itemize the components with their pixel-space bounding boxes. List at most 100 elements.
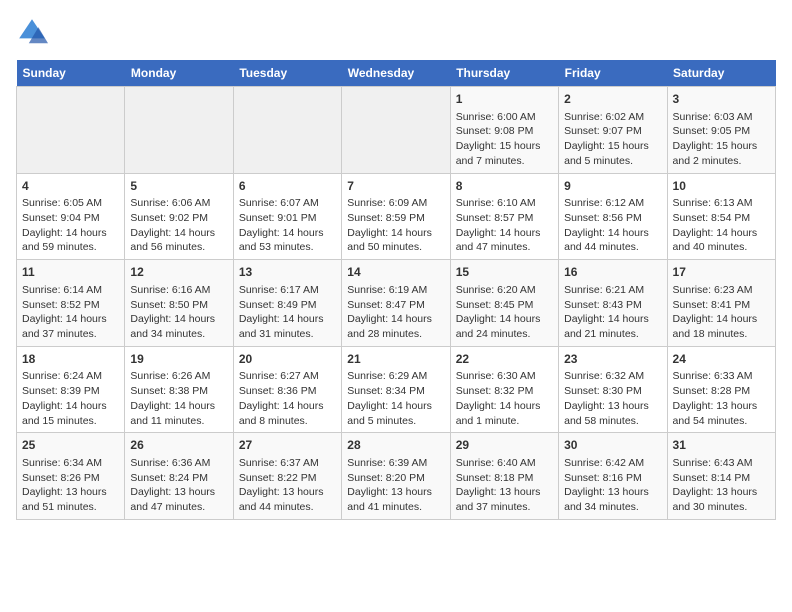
day-info: Sunrise: 6:05 AM (22, 196, 119, 211)
day-info: and 41 minutes. (347, 500, 444, 515)
day-number: 18 (22, 351, 119, 368)
day-info: Daylight: 14 hours (564, 226, 661, 241)
day-info: Sunset: 8:36 PM (239, 384, 336, 399)
day-number: 9 (564, 178, 661, 195)
day-number: 22 (456, 351, 553, 368)
header-sunday: Sunday (17, 60, 125, 87)
day-info: Daylight: 15 hours (456, 139, 553, 154)
calendar-cell: 17Sunrise: 6:23 AMSunset: 8:41 PMDayligh… (667, 260, 775, 347)
day-info: Daylight: 14 hours (347, 399, 444, 414)
day-info: Sunrise: 6:00 AM (456, 110, 553, 125)
calendar-week-3: 11Sunrise: 6:14 AMSunset: 8:52 PMDayligh… (17, 260, 776, 347)
day-info: Daylight: 15 hours (673, 139, 770, 154)
day-info: Sunset: 8:41 PM (673, 298, 770, 313)
day-info: Sunset: 8:49 PM (239, 298, 336, 313)
calendar-cell: 7Sunrise: 6:09 AMSunset: 8:59 PMDaylight… (342, 173, 450, 260)
logo (16, 16, 54, 48)
day-number: 25 (22, 437, 119, 454)
calendar-cell: 16Sunrise: 6:21 AMSunset: 8:43 PMDayligh… (559, 260, 667, 347)
calendar-week-4: 18Sunrise: 6:24 AMSunset: 8:39 PMDayligh… (17, 346, 776, 433)
day-number: 17 (673, 264, 770, 281)
day-number: 11 (22, 264, 119, 281)
day-info: Daylight: 14 hours (673, 312, 770, 327)
day-info: and 40 minutes. (673, 240, 770, 255)
day-info: and 21 minutes. (564, 327, 661, 342)
day-number: 28 (347, 437, 444, 454)
header-thursday: Thursday (450, 60, 558, 87)
day-info: Sunrise: 6:27 AM (239, 369, 336, 384)
day-info: and 59 minutes. (22, 240, 119, 255)
day-number: 5 (130, 178, 227, 195)
day-info: Sunset: 8:50 PM (130, 298, 227, 313)
day-info: and 2 minutes. (673, 154, 770, 169)
day-info: and 28 minutes. (347, 327, 444, 342)
day-info: Sunrise: 6:30 AM (456, 369, 553, 384)
day-number: 3 (673, 91, 770, 108)
calendar-cell: 12Sunrise: 6:16 AMSunset: 8:50 PMDayligh… (125, 260, 233, 347)
day-info: and 47 minutes. (456, 240, 553, 255)
calendar-cell: 2Sunrise: 6:02 AMSunset: 9:07 PMDaylight… (559, 87, 667, 174)
day-info: Daylight: 14 hours (347, 226, 444, 241)
day-info: Daylight: 14 hours (130, 226, 227, 241)
header-tuesday: Tuesday (233, 60, 341, 87)
day-info: and 24 minutes. (456, 327, 553, 342)
day-info: Sunrise: 6:24 AM (22, 369, 119, 384)
day-info: Daylight: 14 hours (564, 312, 661, 327)
day-info: Daylight: 14 hours (22, 226, 119, 241)
day-info: and 7 minutes. (456, 154, 553, 169)
day-info: and 51 minutes. (22, 500, 119, 515)
calendar-cell: 29Sunrise: 6:40 AMSunset: 8:18 PMDayligh… (450, 433, 558, 520)
day-info: Daylight: 15 hours (564, 139, 661, 154)
day-info: Sunset: 8:56 PM (564, 211, 661, 226)
day-info: and 47 minutes. (130, 500, 227, 515)
day-info: Sunrise: 6:12 AM (564, 196, 661, 211)
calendar-header-row: SundayMondayTuesdayWednesdayThursdayFrid… (17, 60, 776, 87)
calendar-cell: 5Sunrise: 6:06 AMSunset: 9:02 PMDaylight… (125, 173, 233, 260)
day-info: and 58 minutes. (564, 414, 661, 429)
day-number: 6 (239, 178, 336, 195)
calendar-cell: 20Sunrise: 6:27 AMSunset: 8:36 PMDayligh… (233, 346, 341, 433)
header-saturday: Saturday (667, 60, 775, 87)
day-number: 10 (673, 178, 770, 195)
calendar-cell (342, 87, 450, 174)
day-number: 29 (456, 437, 553, 454)
logo-icon (16, 16, 48, 48)
day-info: Sunset: 8:57 PM (456, 211, 553, 226)
calendar-cell: 13Sunrise: 6:17 AMSunset: 8:49 PMDayligh… (233, 260, 341, 347)
calendar-cell: 8Sunrise: 6:10 AMSunset: 8:57 PMDaylight… (450, 173, 558, 260)
day-info: Daylight: 13 hours (673, 399, 770, 414)
day-info: Daylight: 14 hours (239, 226, 336, 241)
day-number: 19 (130, 351, 227, 368)
day-number: 8 (456, 178, 553, 195)
calendar-cell: 19Sunrise: 6:26 AMSunset: 8:38 PMDayligh… (125, 346, 233, 433)
day-number: 12 (130, 264, 227, 281)
day-info: Sunrise: 6:37 AM (239, 456, 336, 471)
day-info: and 11 minutes. (130, 414, 227, 429)
calendar-cell: 18Sunrise: 6:24 AMSunset: 8:39 PMDayligh… (17, 346, 125, 433)
day-info: Sunrise: 6:06 AM (130, 196, 227, 211)
day-info: Sunrise: 6:36 AM (130, 456, 227, 471)
day-info: Sunset: 8:38 PM (130, 384, 227, 399)
day-info: Daylight: 14 hours (673, 226, 770, 241)
day-info: and 53 minutes. (239, 240, 336, 255)
day-info: Daylight: 14 hours (456, 312, 553, 327)
calendar-cell: 6Sunrise: 6:07 AMSunset: 9:01 PMDaylight… (233, 173, 341, 260)
calendar-cell: 21Sunrise: 6:29 AMSunset: 8:34 PMDayligh… (342, 346, 450, 433)
day-info: and 8 minutes. (239, 414, 336, 429)
day-info: Daylight: 13 hours (456, 485, 553, 500)
day-info: and 5 minutes. (347, 414, 444, 429)
day-info: Sunrise: 6:19 AM (347, 283, 444, 298)
calendar-cell: 4Sunrise: 6:05 AMSunset: 9:04 PMDaylight… (17, 173, 125, 260)
day-info: Sunset: 8:43 PM (564, 298, 661, 313)
day-info: Sunrise: 6:14 AM (22, 283, 119, 298)
day-number: 26 (130, 437, 227, 454)
day-info: Daylight: 13 hours (564, 399, 661, 414)
day-info: Sunrise: 6:09 AM (347, 196, 444, 211)
day-info: Daylight: 14 hours (22, 399, 119, 414)
day-number: 15 (456, 264, 553, 281)
calendar-cell: 11Sunrise: 6:14 AMSunset: 8:52 PMDayligh… (17, 260, 125, 347)
calendar-cell: 26Sunrise: 6:36 AMSunset: 8:24 PMDayligh… (125, 433, 233, 520)
page-header (16, 16, 776, 48)
day-info: Sunrise: 6:33 AM (673, 369, 770, 384)
day-info: Sunset: 8:32 PM (456, 384, 553, 399)
